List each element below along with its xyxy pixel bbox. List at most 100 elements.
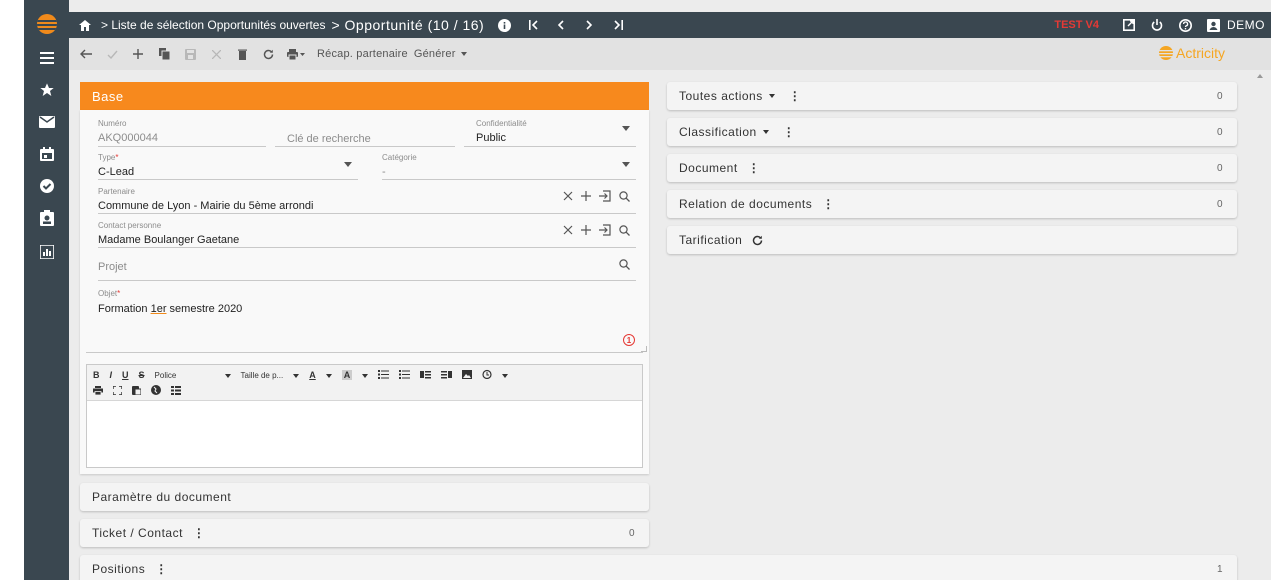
type-select[interactable]: Type* C-Lead [98,153,358,180]
section-label: Paramètre du document [92,490,232,504]
chevron-down-icon[interactable] [502,370,509,380]
timer-icon[interactable] [482,369,492,381]
section-document-relations[interactable]: Relation de documents ⋮ 0 [667,190,1237,218]
kebab-menu-icon[interactable]: ⋮ [822,197,834,211]
kebab-menu-icon[interactable]: ⋮ [748,161,760,175]
strikethrough-button[interactable]: S [139,370,145,380]
previous-record-icon[interactable] [557,20,565,30]
last-record-icon[interactable] [613,20,624,30]
italic-button[interactable]: I [110,370,113,380]
rich-text-editor[interactable]: B I U S Police Taille de p... A A [86,364,643,468]
confidentiality-select[interactable]: Confidentialité Public [464,119,636,147]
generate-button[interactable]: Générer [414,48,456,60]
refresh-icon[interactable] [255,38,281,70]
check-icon[interactable] [99,38,125,70]
power-icon[interactable] [1143,19,1171,31]
kebab-menu-icon[interactable]: ⋮ [789,89,801,103]
table-list-icon[interactable] [171,385,181,397]
search-icon[interactable] [619,224,630,236]
section-ticket-contact[interactable]: Ticket / Contact ⋮ 0 [80,519,649,547]
type-value: C-Lead [98,166,135,178]
vertical-scrollbar[interactable] [1251,70,1271,580]
section-positions[interactable]: Positions ⋮ 1 [80,555,1237,580]
font-select[interactable]: Police [155,371,215,380]
resize-handle-icon[interactable] [641,346,647,352]
cancel-icon[interactable] [203,38,229,70]
font-color-button[interactable]: A [309,370,316,380]
fullscreen-icon[interactable] [112,384,123,397]
report-icon[interactable] [24,240,69,264]
numbered-list-icon[interactable] [399,369,411,381]
verified-icon[interactable] [24,174,69,198]
clear-icon[interactable] [563,225,573,235]
search-icon[interactable] [619,259,630,270]
refresh-icon[interactable] [752,235,763,246]
app-logo-icon[interactable] [24,12,69,36]
star-icon[interactable] [24,78,69,102]
scroll-up-icon[interactable] [1257,74,1263,78]
generate-dropdown-icon[interactable] [460,52,467,56]
chevron-down-icon[interactable] [362,370,369,380]
search-key-field[interactable]: Clé de recherche [275,119,455,147]
outdent-icon[interactable] [420,370,432,381]
section-pricing[interactable]: Tarification [667,226,1237,254]
project-field[interactable]: Projet [98,253,636,281]
open-new-window-icon[interactable] [1115,19,1143,31]
next-record-icon[interactable] [585,20,593,30]
kebab-menu-icon[interactable]: ⋮ [783,125,795,139]
contact-card-icon[interactable] [24,206,69,230]
chevron-down-icon[interactable] [325,370,332,380]
partner-summary-button[interactable]: Récap. partenaire [317,48,408,60]
mail-icon[interactable] [24,110,69,134]
delete-icon[interactable] [229,38,255,70]
open-record-icon[interactable] [599,190,611,202]
bullet-list-icon[interactable] [378,369,390,381]
add-icon[interactable] [125,38,151,70]
highlight-color-button[interactable]: A [341,370,353,380]
section-count: 0 [1216,162,1223,174]
home-icon[interactable] [79,19,91,31]
user-account-icon[interactable] [1199,18,1227,32]
back-icon[interactable] [73,38,99,70]
kebab-menu-icon[interactable]: ⋮ [155,562,167,576]
help-icon[interactable] [1171,18,1199,32]
info-icon[interactable] [498,18,512,32]
section-document-parameters[interactable]: Paramètre du document [80,483,649,511]
section-document[interactable]: Document ⋮ 0 [667,154,1237,182]
breadcrumb-list[interactable]: > Liste de sélection Opportunités ouvert… [101,18,325,32]
user-name[interactable]: DEMO [1227,18,1265,32]
paste-icon[interactable] [132,385,142,397]
partner-field[interactable]: Partenaire Commune de Lyon - Mairie du 5… [98,187,636,214]
section-label: Ticket / Contact [92,526,183,540]
indent-icon[interactable] [441,370,453,381]
globe-icon[interactable] [151,385,161,397]
open-record-icon[interactable] [599,224,611,236]
menu-icon[interactable] [24,46,69,70]
section-all-actions[interactable]: Toutes actions ⋮ 0 [667,82,1237,110]
chevron-down-icon[interactable] [768,94,775,98]
print-icon[interactable] [93,385,103,397]
category-select[interactable]: Catégorie - [382,153,636,180]
calendar-icon[interactable] [24,142,69,166]
subject-field[interactable]: Objet* Formation 1er semestre 2020 [86,289,643,353]
base-section-header[interactable]: Base [80,82,649,110]
spellcheck-badge[interactable]: 1 [623,334,635,346]
first-record-icon[interactable] [529,20,539,30]
copy-icon[interactable] [151,38,177,70]
chevron-down-icon[interactable] [762,130,769,134]
search-icon[interactable] [619,190,630,202]
contact-field[interactable]: Contact personne Madame Boulanger Gaetan… [98,221,636,248]
font-size-select[interactable]: Taille de p... [241,371,284,380]
save-icon[interactable] [177,38,203,70]
chevron-down-icon[interactable] [224,370,231,380]
clear-icon[interactable] [563,191,573,201]
underline-button[interactable]: U [122,370,129,380]
kebab-menu-icon[interactable]: ⋮ [193,526,205,540]
chevron-down-icon[interactable] [293,370,300,380]
print-icon[interactable] [281,38,311,70]
bold-button[interactable]: B [93,370,100,380]
image-icon[interactable] [462,369,473,381]
add-icon[interactable] [581,191,591,201]
add-icon[interactable] [581,225,591,235]
section-classification[interactable]: Classification ⋮ 0 [667,118,1237,146]
